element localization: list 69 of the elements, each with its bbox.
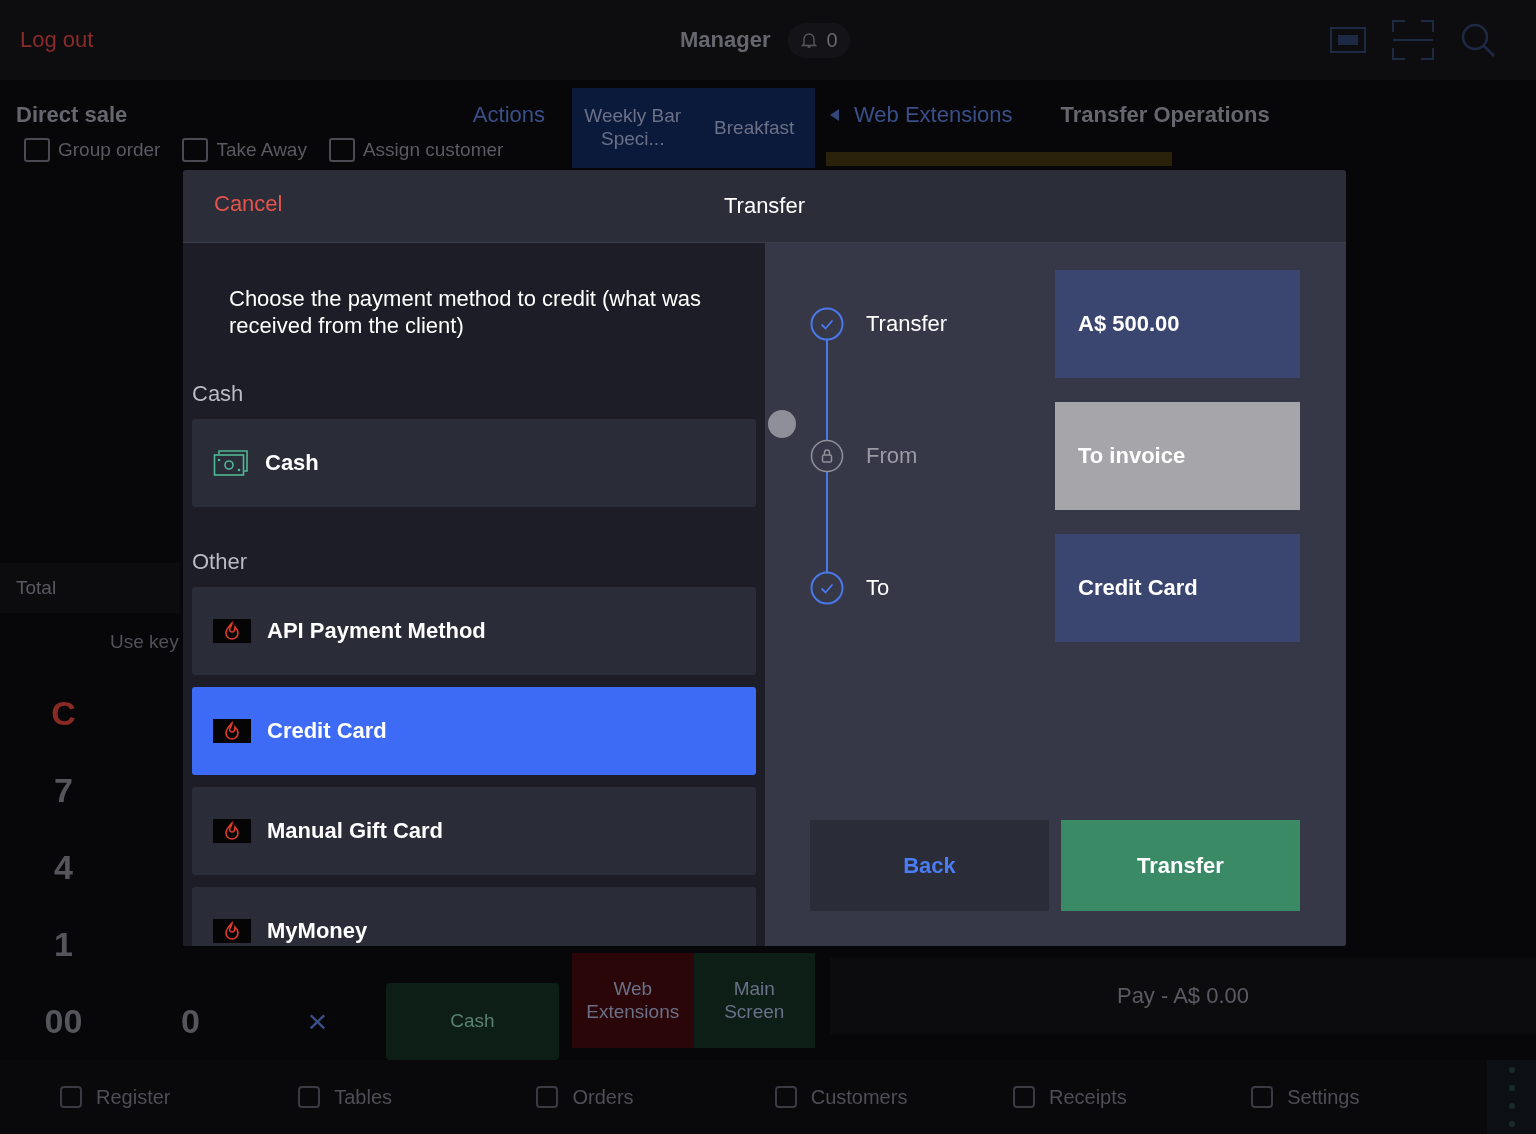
payment-method-item[interactable]: Credit Card [192, 687, 756, 775]
back-link[interactable]: Web Extensions [830, 102, 1013, 128]
tab-bar-item[interactable]: Receipts [1010, 1084, 1250, 1110]
tab-bar-item[interactable]: Settings [1249, 1084, 1488, 1110]
group-heading: Other [192, 549, 249, 575]
scroll-handle[interactable] [768, 410, 796, 438]
tab-bar-item[interactable]: Tables [296, 1084, 535, 1110]
scan-icon[interactable] [1392, 20, 1434, 60]
banknote-icon [213, 449, 249, 477]
keypad-key[interactable]: × [254, 983, 381, 1060]
square-icon [328, 138, 355, 162]
step-value-card[interactable]: A$ 500.00 [1055, 270, 1300, 378]
step-label: From [866, 443, 918, 469]
tab-icon [1249, 1084, 1276, 1110]
section-title: Transfer Operations [1060, 102, 1270, 128]
step-value-card[interactable]: Credit Card [1055, 534, 1300, 642]
payment-method-item[interactable]: Cash [192, 419, 756, 507]
total-label: Total [16, 577, 57, 599]
tab-icon [58, 1084, 84, 1110]
logout-button[interactable]: Log out [20, 27, 94, 53]
flame-logo-icon [213, 919, 251, 943]
bell-icon [800, 31, 819, 49]
toolbar-button[interactable]: Assign customer [328, 138, 514, 162]
keypad-hint: Use key [110, 631, 179, 652]
payment-method-item[interactable]: MyMoney [192, 887, 756, 946]
keypad-key[interactable]: 0 [127, 983, 254, 1060]
actions-button[interactable]: Actions [472, 102, 545, 128]
dialog-title: Transfer [723, 193, 806, 219]
tab-icon [296, 1084, 323, 1110]
search-icon[interactable] [1460, 22, 1496, 58]
quick-tile[interactable]: Breakfast [693, 88, 815, 168]
flame-logo-icon [213, 719, 251, 743]
step-label: Transfer [866, 311, 948, 337]
payment-method-item[interactable]: Manual Gift Card [192, 787, 756, 875]
instruction-text: Choose the payment method to credit (what was received from the client) [229, 285, 703, 339]
tab-bar-item[interactable]: Orders [534, 1084, 773, 1110]
card-icon[interactable] [1330, 27, 1366, 53]
more-dots-icon[interactable] [1487, 1060, 1536, 1134]
back-button[interactable]: Back [810, 820, 1049, 911]
flame-logo-icon [213, 619, 251, 643]
transfer-button[interactable]: Transfer [1061, 820, 1300, 911]
cash-tile[interactable]: Cash [386, 983, 559, 1060]
caret-icon [830, 109, 840, 121]
quick-tile[interactable]: Main Screen [693, 953, 815, 1048]
tab-bar-item[interactable]: Register [58, 1084, 297, 1110]
square-icon [24, 138, 50, 162]
toolbar-button[interactable]: Take Away [182, 138, 317, 162]
payment-method-item[interactable]: API Payment Method [192, 587, 756, 675]
tab-bar-item[interactable]: Customers [772, 1084, 1011, 1110]
keypad-key[interactable]: 4 [0, 829, 127, 906]
keypad-key[interactable]: C [0, 675, 127, 752]
quick-tile[interactable]: Weekly Bar Speci... [572, 88, 694, 168]
cancel-button[interactable]: Cancel [214, 191, 283, 217]
step-label: To [866, 575, 890, 601]
tab-icon [772, 1084, 799, 1110]
toolbar-button[interactable]: Group order [24, 138, 171, 162]
pay-button[interactable]: Pay - A$ 0.00 [830, 958, 1536, 1034]
square-icon [182, 138, 209, 162]
keypad-key[interactable]: 1 [0, 906, 127, 983]
order-title: Direct sale [16, 102, 128, 128]
notifications-button[interactable]: 0 [788, 22, 850, 58]
tab-icon [534, 1084, 561, 1110]
keypad-key[interactable]: 00 [0, 983, 127, 1060]
keypad-key[interactable]: 7 [0, 752, 127, 829]
user-name: Manager [680, 27, 771, 53]
quick-tile[interactable]: Web Extensions [572, 953, 694, 1048]
tab-icon [1010, 1084, 1037, 1110]
group-heading: Cash [192, 381, 245, 407]
flame-logo-icon [213, 819, 251, 843]
